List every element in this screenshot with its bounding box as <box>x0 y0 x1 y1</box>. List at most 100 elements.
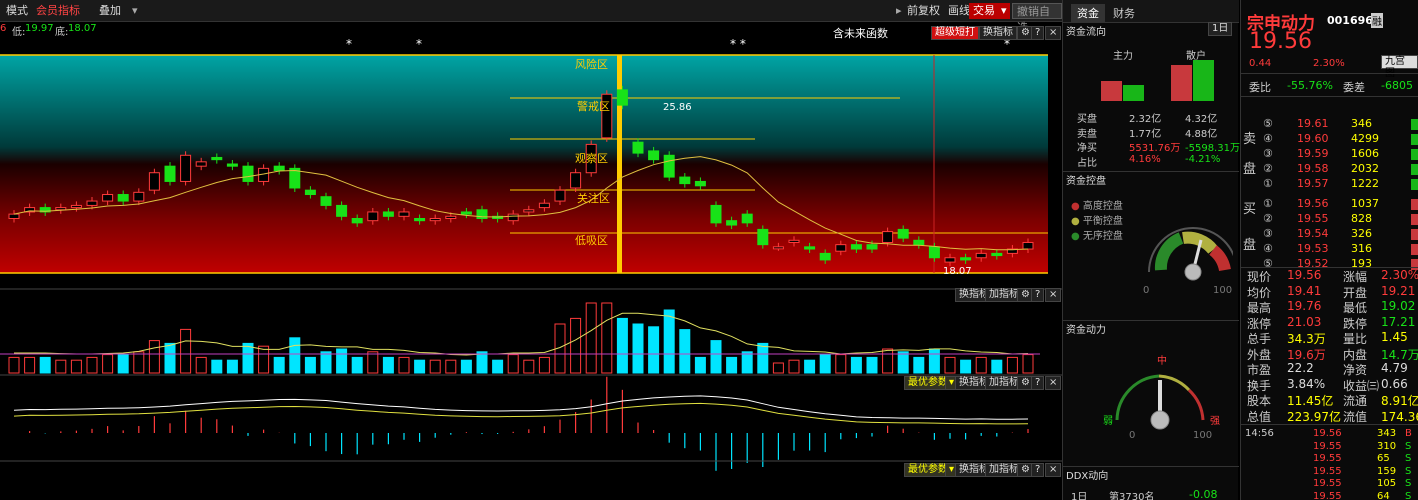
candle-body <box>944 257 956 263</box>
gauge1-min: 0 <box>1143 285 1150 296</box>
member-indicator-menu[interactable]: 会员指标 <box>32 3 84 19</box>
candle-body <box>882 231 894 243</box>
candle-body <box>445 215 457 220</box>
candle-body <box>429 218 441 222</box>
stat-value: 19.21 <box>1381 283 1416 298</box>
volume-bar <box>460 359 472 374</box>
sell-label2: 盘 <box>1243 162 1257 177</box>
candle-body <box>382 211 394 217</box>
mode-menu[interactable]: 模式 <box>2 3 32 19</box>
flow-row-label: 买盘 <box>1077 114 1097 125</box>
gauge2-max: 100 <box>1193 430 1213 441</box>
book-volume: 346 <box>1351 117 1372 130</box>
candle-body <box>663 154 675 178</box>
stat-label: 换手 <box>1247 378 1272 393</box>
stat-value: 11.45亿 <box>1287 394 1334 408</box>
ddx-rank: 第3730名 <box>1109 492 1155 500</box>
candle-body <box>850 244 862 250</box>
tab-finance[interactable]: 财务 <box>1113 5 1135 21</box>
star-marker: * * <box>730 37 746 51</box>
overlay-menu[interactable]: 叠加 <box>95 3 125 19</box>
stat-value: 3.84% <box>1287 376 1326 391</box>
flow-row-label: 卖盘 <box>1077 128 1097 140</box>
low-price-label: 18.07 <box>943 266 972 277</box>
trade-button[interactable]: 交易 <box>969 3 999 19</box>
prev-adjust-menu[interactable]: 前复权 <box>903 3 944 19</box>
tab-capital[interactable]: 资金 <box>1071 4 1105 22</box>
volume-bar <box>1022 354 1034 374</box>
chart-area[interactable]: * * * * * 风险区 警戒区 观察区 关注区 低吸区 25.86 18.0… <box>0 26 1062 500</box>
volume-bar <box>226 359 238 374</box>
tick-volume: 65 <box>1377 453 1390 464</box>
volume-bar <box>429 359 441 374</box>
volume-bar <box>835 354 847 374</box>
help-icon[interactable]: ? <box>1031 376 1045 390</box>
book-bar <box>1411 179 1418 190</box>
book-bar <box>1411 199 1418 210</box>
book-price: 19.58 <box>1297 162 1329 175</box>
book-level: ① <box>1263 197 1273 210</box>
floor-value: 18.07 <box>68 23 97 34</box>
volume-bar <box>492 359 504 374</box>
price-change: 0.44 <box>1249 58 1272 69</box>
volume-bar <box>211 359 223 374</box>
flow-row-main: 2.32亿 <box>1129 114 1162 125</box>
low-label: 低: <box>12 27 26 38</box>
switch-indicator-button[interactable]: 换指标 <box>979 26 1017 40</box>
stat-label: 跌停 <box>1343 316 1368 331</box>
candle-body <box>8 213 20 219</box>
ninegrid-button[interactable]: 九宫图 <box>1381 55 1418 79</box>
volume-bar <box>991 359 1003 374</box>
book-price: 19.61 <box>1297 117 1329 130</box>
help-icon[interactable]: ? <box>1031 288 1045 302</box>
period-select[interactable]: 1日 <box>1208 22 1233 36</box>
candle-body <box>55 207 67 211</box>
volume-bar <box>819 354 831 374</box>
candle-body <box>975 252 987 259</box>
tick-side: S <box>1405 453 1412 464</box>
stat-value: 174.36亿 <box>1381 409 1418 424</box>
close-icon[interactable]: × <box>1045 26 1062 40</box>
volume-bar <box>117 354 129 374</box>
legend-item: ● 无序控盘 <box>1071 231 1123 242</box>
flow-row-label: 占比 <box>1077 157 1097 169</box>
candle-body <box>741 213 753 224</box>
volume-bar <box>663 309 675 374</box>
close-icon[interactable]: × <box>1045 463 1062 477</box>
close-icon[interactable]: × <box>1045 376 1062 390</box>
volume-bar <box>694 356 706 374</box>
volume-bar <box>304 356 316 374</box>
remove-watchlist-button[interactable]: 撤销自选 <box>1012 3 1062 34</box>
stat-value: 19.02 <box>1381 299 1416 313</box>
trade-dropdown-icon[interactable]: ▾ <box>998 3 1010 19</box>
candle-body <box>86 200 98 206</box>
book-volume: 316 <box>1351 242 1372 255</box>
volume-bar <box>1006 356 1018 374</box>
overlay-dropdown-icon[interactable]: ▾ <box>128 3 142 19</box>
volume-bar <box>398 356 410 374</box>
volume-bar <box>648 326 660 374</box>
stat-label: 量比 <box>1343 332 1368 346</box>
candle-body <box>648 150 660 161</box>
volume-bar <box>882 348 894 374</box>
help-icon[interactable]: ? <box>1031 26 1045 40</box>
stat-value: 19.76 <box>1287 299 1322 313</box>
super-short-button[interactable]: 超级短打 <box>931 26 979 40</box>
candle-body <box>554 189 566 202</box>
close-icon[interactable]: × <box>1045 288 1062 302</box>
candle-body <box>273 165 285 172</box>
volume-bar <box>86 356 98 374</box>
help-icon[interactable]: ? <box>1031 463 1045 477</box>
tick-side: S <box>1405 440 1412 452</box>
flow-row-retail: -4.21% <box>1185 153 1221 165</box>
buy-label: 买 <box>1243 202 1257 217</box>
volume-bar <box>289 337 301 374</box>
book-volume: 1222 <box>1351 177 1379 190</box>
volume-bar <box>367 351 379 374</box>
candle-body <box>757 228 769 246</box>
book-bar <box>1411 149 1418 160</box>
candle-body <box>570 172 582 189</box>
volume-bar <box>804 359 816 374</box>
tick-side: S <box>1405 465 1412 477</box>
book-level: ④ <box>1263 132 1273 145</box>
